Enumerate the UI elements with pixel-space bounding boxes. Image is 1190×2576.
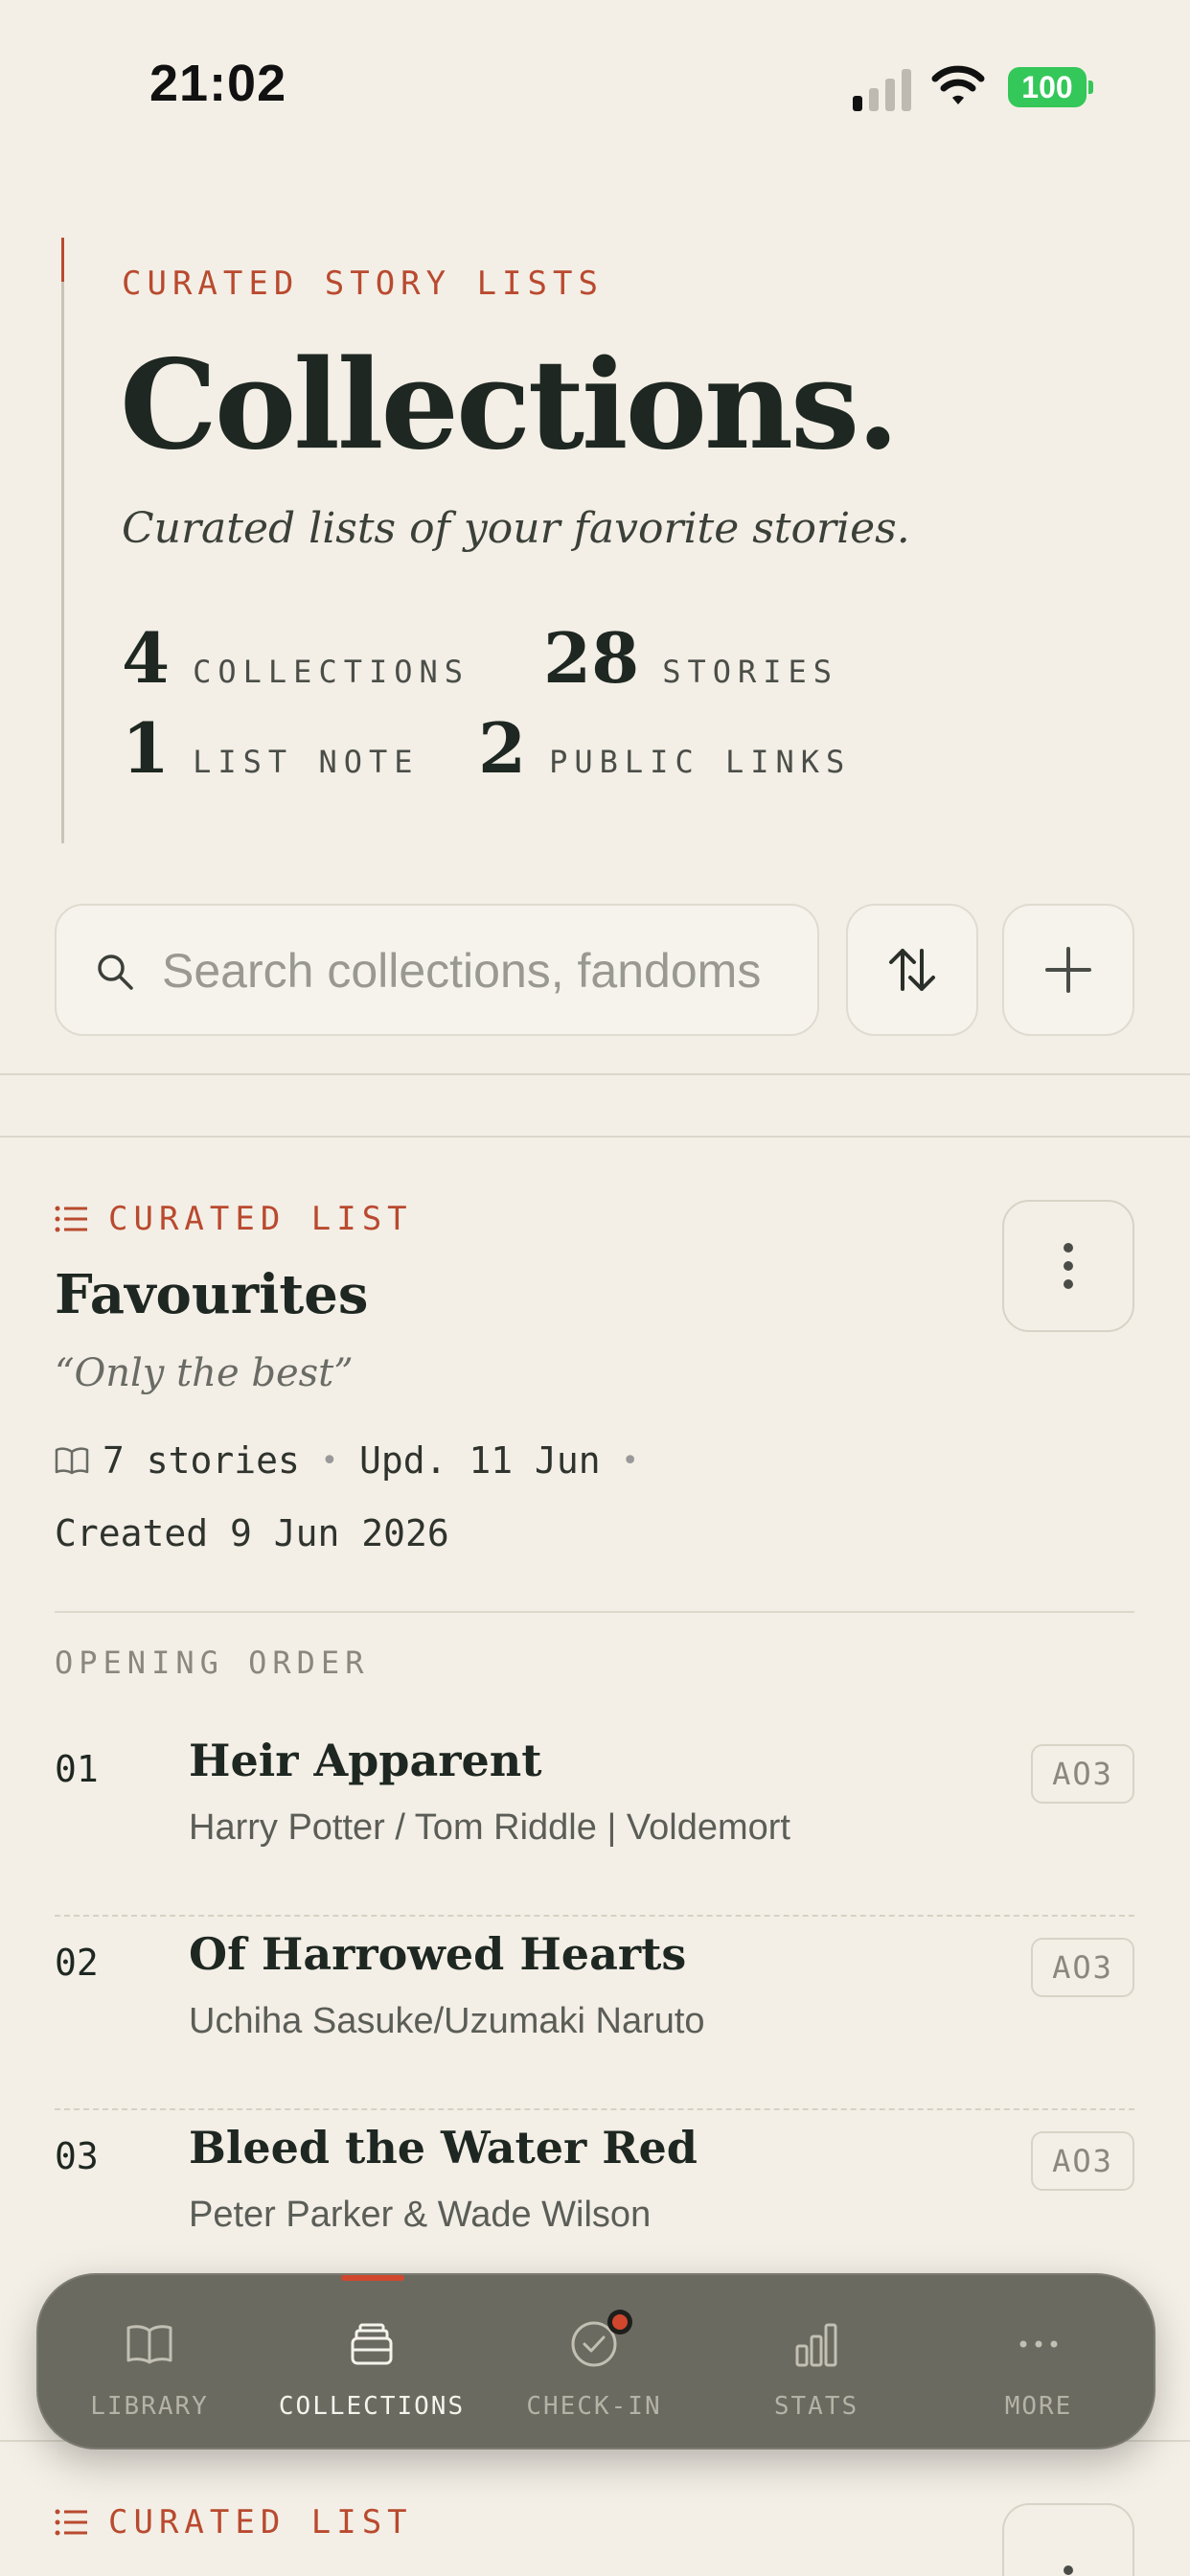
cellular-signal-icon (853, 69, 911, 111)
list-icon (55, 1206, 87, 1232)
hero-accent-bar (61, 238, 64, 282)
story-row[interactable]: 01 Heir Apparent Harry Potter / Tom Ridd… (55, 1723, 1134, 1917)
search-icon (98, 954, 133, 990)
card-divider (55, 1611, 1134, 1613)
stat-label: COLLECTIONS (193, 654, 470, 690)
collection-title[interactable]: Favourites (55, 1263, 368, 1326)
story-title[interactable]: Heir Apparent (189, 1735, 541, 1786)
hero-eyebrow: CURATED STORY LISTS (122, 264, 604, 303)
stat-label: LIST NOTE (193, 744, 420, 780)
tab-label: MORE (1004, 2392, 1073, 2421)
stat-label: PUBLIC LINKS (549, 744, 852, 780)
list-icon (55, 2509, 87, 2536)
vertical-ellipsis-icon (1064, 2565, 1073, 2575)
ellipsis-icon (1019, 2340, 1058, 2348)
tab-collections[interactable]: COLLECTIONS (261, 2275, 483, 2451)
story-fandom: Peter Parker & Wade Wilson (189, 2195, 652, 2235)
stat-value: 4 (122, 617, 171, 699)
battery-level: 100 (1008, 67, 1087, 107)
collection-meta: 7 stories • Upd. 11 Jun • (55, 1439, 660, 1482)
stat-value: 28 (543, 617, 640, 699)
search-box[interactable] (55, 904, 819, 1036)
check-circle-icon (571, 2310, 632, 2367)
story-row[interactable]: 02 Of Harrowed Hearts Uchiha Sasuke/Uzum… (55, 1917, 1134, 2110)
collection-options-button[interactable] (1002, 1200, 1134, 1332)
stat-label: STORIES (662, 654, 839, 690)
story-fandom: Uchiha Sasuke/Uzumaki Naruto (189, 2001, 705, 2041)
add-collection-button[interactable] (1002, 904, 1134, 1036)
stat-public-links: 2 PUBLIC LINKS (478, 707, 851, 789)
tab-check-in[interactable]: CHECK-IN (483, 2275, 705, 2451)
opening-order-label: OPENING ORDER (55, 1644, 370, 1681)
source-badge: AO3 (1031, 1938, 1134, 1997)
collection-type-label: CURATED LIST (108, 2503, 413, 2542)
sort-button[interactable] (846, 904, 978, 1036)
story-count: 7 stories (103, 1439, 300, 1482)
tab-stats[interactable]: STATS (705, 2275, 927, 2451)
page-title: Collections. (120, 334, 900, 477)
source-badge: AO3 (1031, 2131, 1134, 2191)
collection-description: “Only the best” (55, 1351, 354, 1395)
story-number: 02 (55, 1942, 99, 1984)
story-number: 01 (55, 1748, 99, 1790)
collections-header: CURATED STORY LISTS Collections. Curated… (61, 238, 1115, 843)
active-tab-indicator (341, 2275, 404, 2281)
plus-icon (1045, 947, 1091, 993)
battery-tip (1088, 80, 1093, 94)
tab-label: STATS (773, 2392, 859, 2421)
collection-options-button[interactable] (1002, 2503, 1134, 2576)
meta-separator: • (320, 1443, 338, 1478)
status-time: 21:02 (149, 55, 287, 112)
open-book-icon (55, 1447, 89, 1475)
tab-label: LIBRARY (90, 2392, 209, 2421)
stat-list-note: 1 LIST NOTE (122, 707, 420, 789)
collection-type: CURATED LIST (55, 1200, 413, 1238)
bar-chart-icon (795, 2323, 837, 2367)
created-date: Created 9 Jun 2026 (55, 1512, 449, 1554)
story-number: 03 (55, 2135, 99, 2177)
meta-separator: • (621, 1443, 639, 1478)
updated-date: Upd. 11 Jun (358, 1439, 601, 1482)
sort-arrows-icon (889, 949, 935, 991)
divider (0, 1073, 1190, 1075)
book-icon (126, 2325, 172, 2364)
tab-library[interactable]: LIBRARY (38, 2275, 261, 2451)
divider (0, 1136, 1190, 1138)
source-badge: AO3 (1031, 1744, 1134, 1804)
search-input[interactable] (162, 934, 813, 1007)
page-subtitle: Curated lists of your favorite stories. (122, 504, 910, 553)
vertical-ellipsis-icon (1064, 1243, 1073, 1289)
stat-collections: 4 COLLECTIONS (122, 617, 469, 699)
collection-type-label: CURATED LIST (108, 1200, 413, 1238)
story-title[interactable]: Of Harrowed Hearts (189, 1928, 686, 1980)
story-title[interactable]: Bleed the Water Red (189, 2122, 698, 2174)
tab-label: CHECK-IN (526, 2392, 662, 2421)
tab-more[interactable]: MORE (927, 2275, 1150, 2451)
story-fandom: Harry Potter / Tom Riddle | Voldemort (189, 1807, 790, 1848)
status-bar: 21:02 100 (0, 0, 1190, 172)
wifi-icon (931, 65, 985, 104)
tab-label: COLLECTIONS (278, 2392, 466, 2421)
stat-value: 2 (478, 707, 527, 789)
stat-value: 1 (122, 707, 171, 789)
tab-bar: LIBRARY COLLECTIONS CHECK-IN STATS MORE (36, 2273, 1156, 2450)
stack-icon (351, 2323, 393, 2365)
collection-type: CURATED LIST (55, 2503, 413, 2542)
stat-stories: 28 STORIES (543, 617, 838, 699)
